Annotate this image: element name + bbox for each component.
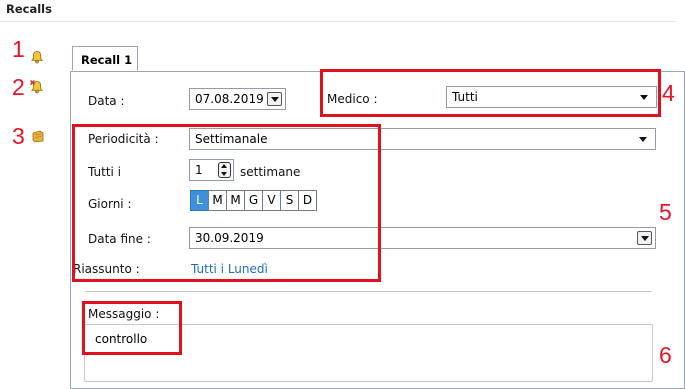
data-label: Data : [88,94,125,108]
callout-4: 4 [662,80,675,106]
section-divider [0,21,676,22]
chevron-down-icon [639,137,647,142]
note-button[interactable] [31,129,45,146]
section-title: Recalls [6,2,52,16]
add-recall-button[interactable] [30,50,44,67]
tab-recall-1[interactable]: Recall 1 [72,46,138,71]
callout-6: 6 [659,342,672,368]
highlight-medico [320,69,661,117]
data-date-picker[interactable]: 07.08.2019 [189,88,286,110]
calendar-dropdown-icon[interactable] [637,231,652,245]
bell-icon [30,51,44,64]
delete-recall-button[interactable] [30,80,44,97]
callout-5: 5 [659,199,672,225]
calendar-dropdown-icon[interactable] [267,92,282,106]
callout-1: 1 [12,36,25,62]
form-divider [85,291,652,292]
note-icon [32,130,44,143]
data-value: 07.08.2019 [195,92,264,106]
bell-delete-icon [30,80,44,94]
highlight-periodicity [72,124,381,282]
highlight-messaggio [82,301,182,355]
callout-2: 2 [12,74,25,100]
callout-3: 3 [12,123,25,149]
